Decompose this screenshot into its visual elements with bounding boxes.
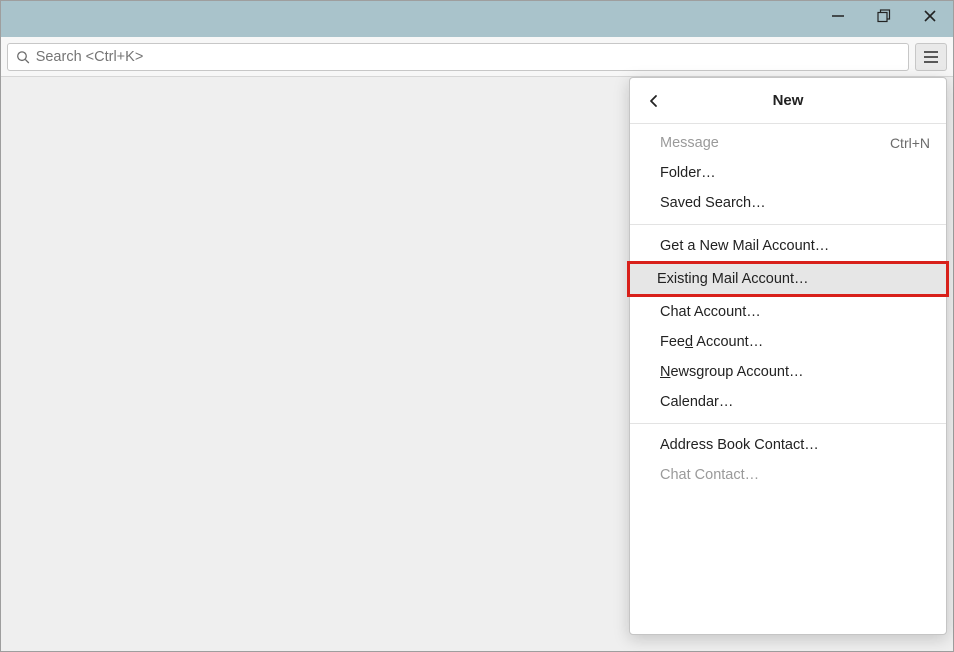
menu-item-shortcut: Ctrl+N	[890, 135, 930, 151]
new-submenu-panel: New Message Ctrl+N Folder… Saved Search……	[629, 77, 947, 635]
search-box[interactable]	[7, 43, 909, 71]
menu-group-2: Get a New Mail Account… Existing Mail Ac…	[630, 227, 946, 421]
search-icon	[16, 50, 30, 64]
menu-item-label: Saved Search…	[660, 195, 930, 211]
menu-item-folder[interactable]: Folder…	[630, 158, 946, 188]
menu-item-label: Get a New Mail Account…	[660, 238, 930, 254]
menu-group-3: Address Book Contact… Chat Contact…	[630, 426, 946, 494]
menu-item-existing-mail-account[interactable]: Existing Mail Account…	[627, 261, 949, 297]
app-menu-button[interactable]	[915, 43, 947, 71]
menu-item-label: Newsgroup Account…	[660, 364, 930, 380]
app-window: New Message Ctrl+N Folder… Saved Search……	[0, 0, 954, 652]
close-icon	[923, 9, 937, 23]
menu-item-address-book-contact[interactable]: Address Book Contact…	[630, 430, 946, 460]
panel-title: New	[668, 92, 936, 109]
menu-item-label: Existing Mail Account…	[657, 271, 930, 287]
menu-separator	[630, 423, 946, 424]
close-button[interactable]	[907, 1, 953, 31]
minimize-icon	[831, 9, 845, 23]
menu-item-label: Folder…	[660, 165, 930, 181]
minimize-button[interactable]	[815, 1, 861, 31]
menu-item-feed-account[interactable]: Feed Account…	[630, 327, 946, 357]
menu-separator	[630, 224, 946, 225]
menu-item-label: Chat Account…	[660, 304, 930, 320]
menu-item-label: Message	[660, 135, 890, 151]
toolbar	[1, 37, 953, 77]
titlebar	[1, 1, 953, 37]
menu-item-get-new-account[interactable]: Get a New Mail Account…	[630, 231, 946, 261]
search-input[interactable]	[36, 49, 900, 65]
back-button[interactable]	[640, 87, 668, 115]
panel-header: New	[630, 78, 946, 124]
menu-item-message: Message Ctrl+N	[630, 128, 946, 158]
menu-item-chat-contact: Chat Contact…	[630, 460, 946, 490]
menu-item-chat-account[interactable]: Chat Account…	[630, 297, 946, 327]
menu-item-calendar[interactable]: Calendar…	[630, 387, 946, 417]
menu-group-1: Message Ctrl+N Folder… Saved Search…	[630, 124, 946, 222]
chevron-left-icon	[647, 94, 661, 108]
menu-item-saved-search[interactable]: Saved Search…	[630, 188, 946, 218]
menu-item-label: Chat Contact…	[660, 467, 930, 483]
content-area: New Message Ctrl+N Folder… Saved Search……	[1, 77, 953, 651]
menu-item-label: Address Book Contact…	[660, 437, 930, 453]
maximize-button[interactable]	[861, 1, 907, 31]
menu-item-label: Feed Account…	[660, 334, 930, 350]
menu-item-newsgroup-account[interactable]: Newsgroup Account…	[630, 357, 946, 387]
hamburger-icon	[923, 50, 939, 64]
menu-item-label: Calendar…	[660, 394, 930, 410]
restore-icon	[877, 9, 891, 23]
